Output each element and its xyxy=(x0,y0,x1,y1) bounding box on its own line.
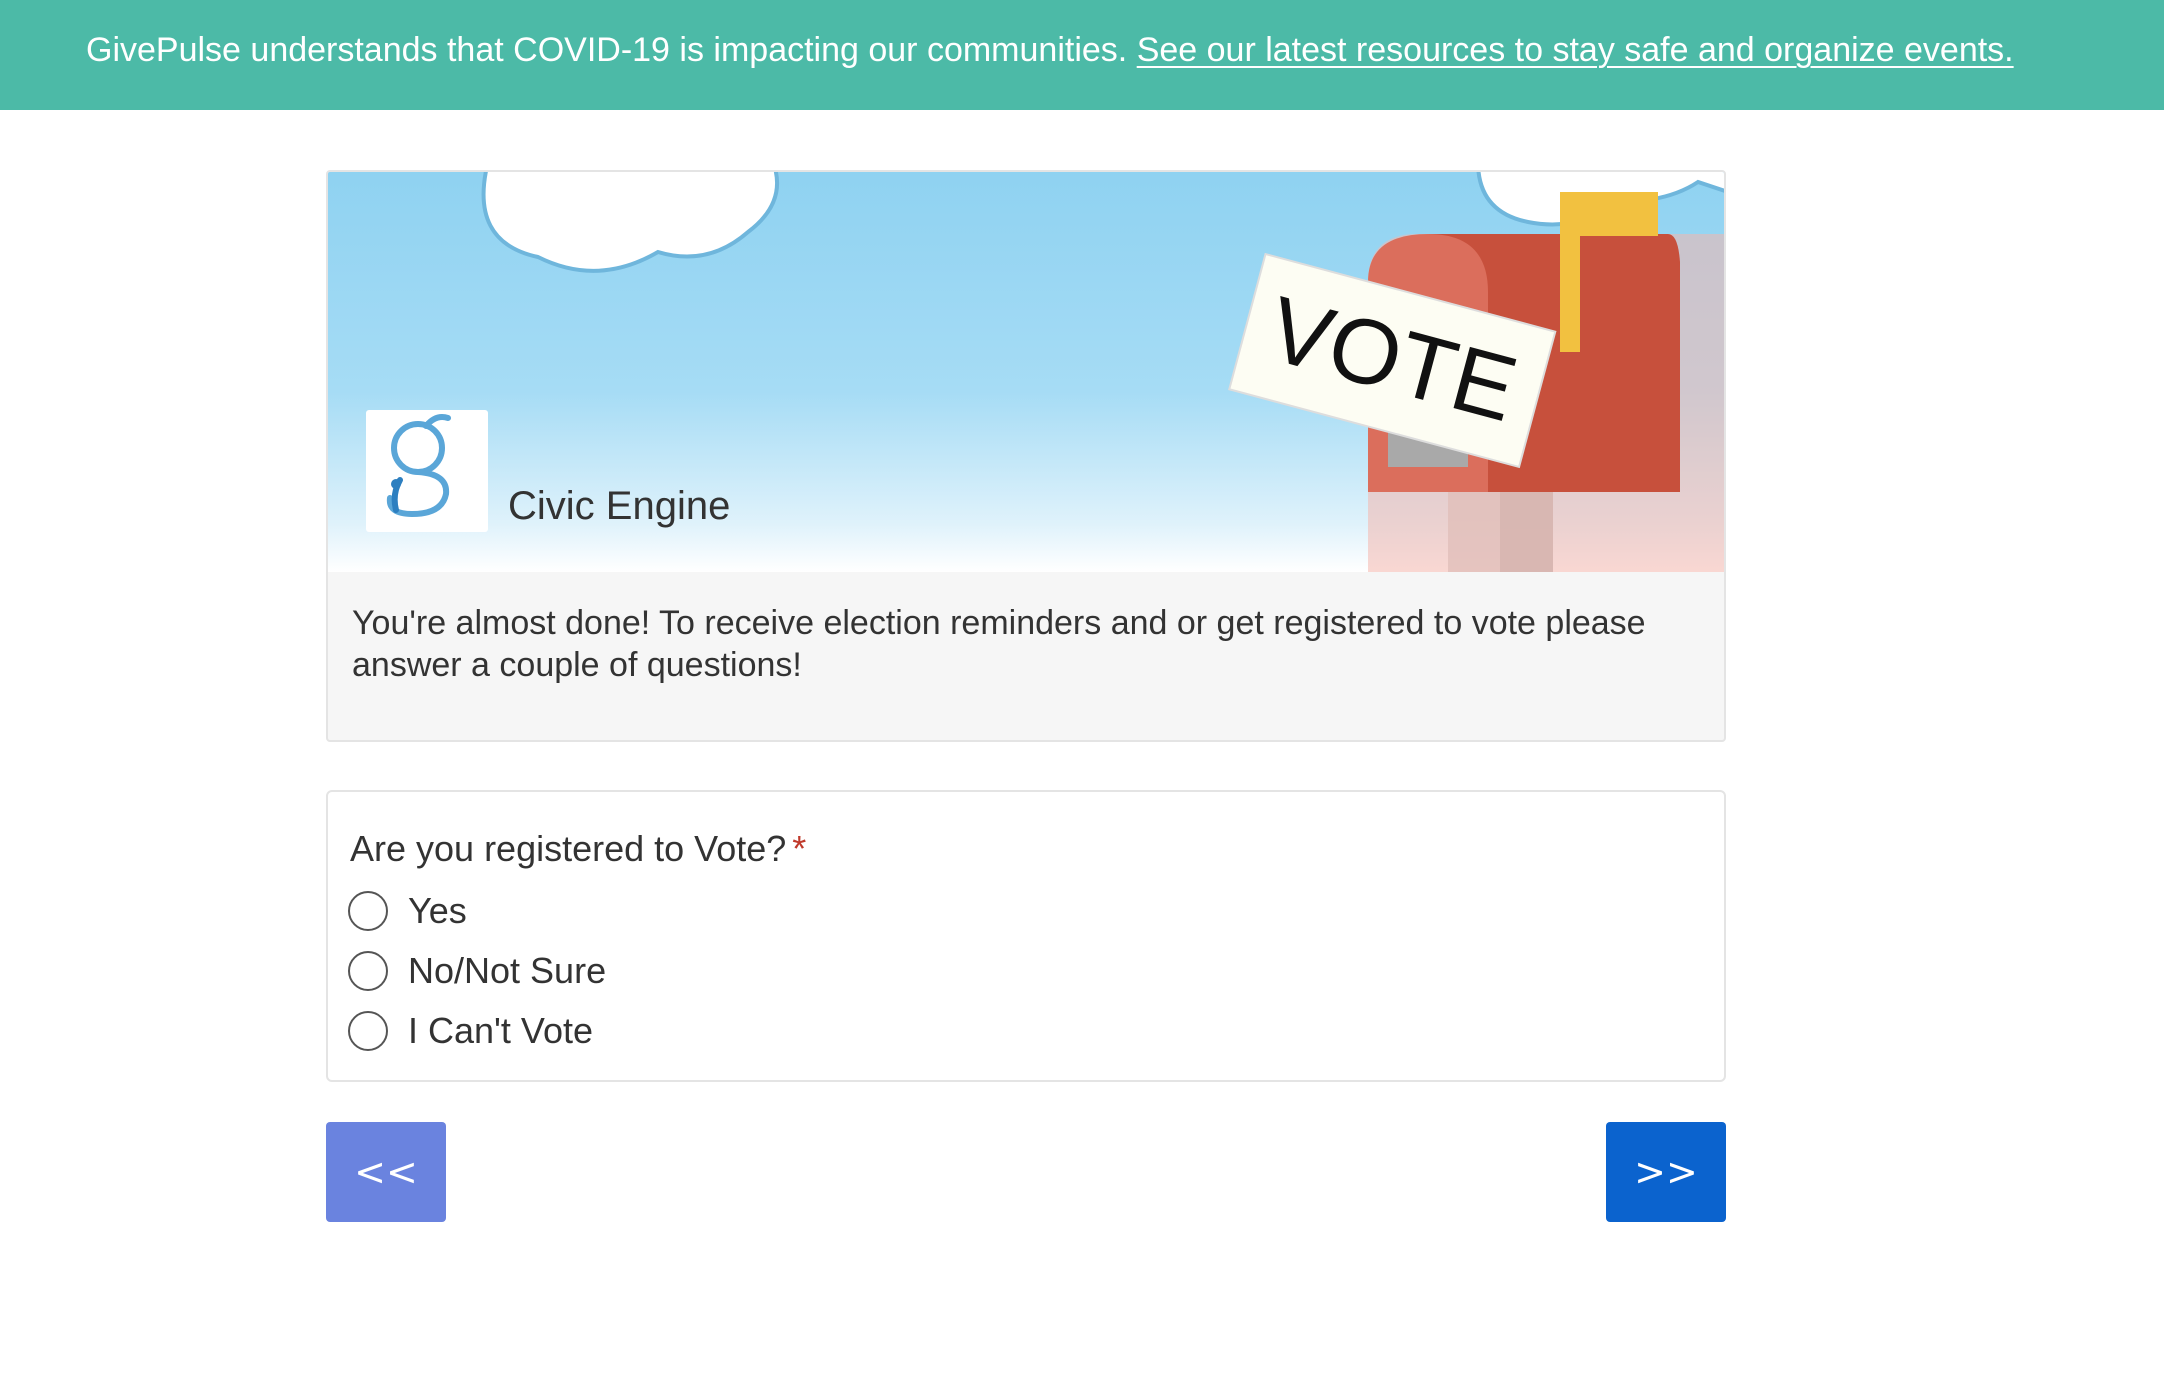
next-button[interactable]: >> xyxy=(1606,1122,1726,1222)
covid-banner: GivePulse understands that COVID-19 is i… xyxy=(0,0,2164,110)
org-logo xyxy=(366,410,488,532)
event-header-card: VOTE Civic Engine You're almost done! To… xyxy=(326,170,1726,742)
option-yes[interactable]: Yes xyxy=(348,890,467,932)
required-marker: * xyxy=(792,828,807,869)
option-cant-vote[interactable]: I Can't Vote xyxy=(348,1010,593,1052)
radio-no-not-sure[interactable] xyxy=(348,951,388,991)
radio-cant-vote[interactable] xyxy=(348,1011,388,1051)
option-yes-label[interactable]: Yes xyxy=(408,890,467,932)
cloud-left xyxy=(481,172,780,273)
covid-resources-link[interactable]: See our latest resources to stay safe an… xyxy=(1137,31,2014,69)
option-cant-vote-label[interactable]: I Can't Vote xyxy=(408,1010,593,1052)
org-name[interactable]: Civic Engine xyxy=(508,484,730,529)
covid-banner-text: GivePulse understands that COVID-19 is i… xyxy=(86,31,1128,69)
voter-registration-question: Are you registered to Vote? * Yes No/Not … xyxy=(326,790,1726,1082)
radio-yes[interactable] xyxy=(348,891,388,931)
back-button[interactable]: << xyxy=(326,1122,446,1222)
question-label: Are you registered to Vote? * xyxy=(350,828,806,870)
question-text: Are you registered to Vote? xyxy=(350,828,787,869)
option-no-not-sure[interactable]: No/Not Sure xyxy=(348,950,606,992)
vote-mailbox-banner-image: VOTE Civic Engine xyxy=(328,172,1724,572)
givepulse-g-logo-icon xyxy=(386,414,451,518)
intro-text: You're almost done! To receive election … xyxy=(352,604,1646,684)
option-no-not-sure-label[interactable]: No/Not Sure xyxy=(408,950,606,992)
